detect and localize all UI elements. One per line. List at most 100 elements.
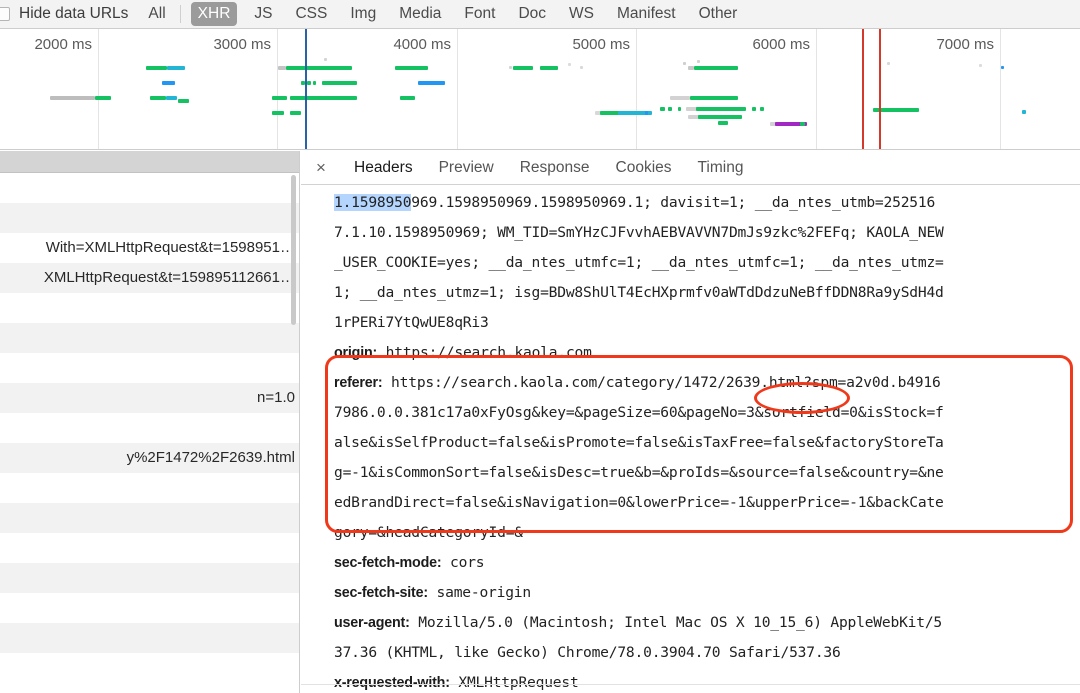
- request-list-item[interactable]: [0, 533, 299, 563]
- load-event-line-1: [862, 29, 864, 149]
- timeline-tick-line: [816, 29, 817, 149]
- waterfall-bar: [1001, 66, 1004, 69]
- header-row: x-requested-with: XMLHttpRequest: [301, 668, 1080, 693]
- network-overview-timeline[interactable]: 2000 ms 3000 ms 4000 ms 5000 ms 6000 ms 7000 …: [0, 29, 1080, 150]
- header-value: _USER_COOKIE=yes; __da_ntes_utmfc=1; __d…: [334, 254, 944, 271]
- selected-text-fragment: 1.1598950: [334, 194, 412, 211]
- waterfall-bar: [718, 121, 728, 125]
- waterfall-bar: [322, 81, 357, 85]
- filter-type-media[interactable]: Media: [395, 3, 445, 25]
- timeline-tick-line: [277, 29, 278, 149]
- request-list-item[interactable]: [0, 473, 299, 503]
- request-list-item[interactable]: [0, 563, 299, 593]
- header-row: user-agent: Mozilla/5.0 (Macintosh; Inte…: [301, 608, 1080, 638]
- waterfall-bar: [568, 63, 571, 66]
- filter-type-js[interactable]: JS: [250, 3, 276, 25]
- request-list-scrollbar[interactable]: [291, 175, 296, 325]
- request-list-item[interactable]: [0, 413, 299, 443]
- request-list-item[interactable]: y%2F1472%2F2639.html: [0, 443, 299, 473]
- filter-type-img[interactable]: Img: [346, 3, 380, 25]
- header-name: user-agent:: [334, 615, 410, 631]
- request-list[interactable]: With=XMLHttpRequest&t=1598951… XMLHttpReq…: [0, 151, 300, 693]
- header-name: sec-fetch-mode:: [334, 555, 442, 571]
- header-value: XMLHttpRequest: [449, 674, 579, 691]
- waterfall-bar: [600, 111, 620, 115]
- request-list-item[interactable]: [0, 293, 299, 323]
- tab-cookies[interactable]: Cookies: [603, 151, 685, 185]
- header-row-continuation: gory=&headCategoryId=&: [301, 518, 1080, 548]
- timeline-tick-label: 2000 ms: [34, 36, 92, 53]
- headers-content[interactable]: 1.1598950969.1598950969.1598950969.1; da…: [301, 185, 1080, 693]
- request-list-item[interactable]: [0, 203, 299, 233]
- waterfall-bar: [580, 66, 583, 69]
- timeline-tick-label: 6000 ms: [752, 36, 810, 53]
- filter-type-css[interactable]: CSS: [291, 3, 331, 25]
- request-list-item[interactable]: n=1.0: [0, 383, 299, 413]
- request-list-item[interactable]: [0, 173, 299, 203]
- header-name: x-requested-with:: [334, 675, 450, 691]
- close-icon[interactable]: ×: [309, 159, 333, 176]
- header-row: sec-fetch-site: same-origin: [301, 578, 1080, 608]
- header-name: sec-fetch-site:: [334, 585, 428, 601]
- request-list-item[interactable]: [0, 323, 299, 353]
- filter-type-font[interactable]: Font: [460, 3, 499, 25]
- filter-type-manifest[interactable]: Manifest: [613, 3, 680, 25]
- filter-type-all[interactable]: All: [144, 3, 169, 25]
- request-list-item[interactable]: [0, 653, 299, 683]
- header-value: g=-1&isCommonSort=false&isDesc=true&b=&p…: [334, 464, 944, 481]
- waterfall-bar: [150, 96, 166, 100]
- hide-data-urls-checkbox[interactable]: [0, 7, 10, 21]
- waterfall-bar: [670, 96, 690, 100]
- filter-type-ws[interactable]: WS: [565, 3, 598, 25]
- header-row: origin: https://search.kaola.com: [301, 338, 1080, 368]
- header-row-continuation: _USER_COOKIE=yes; __da_ntes_utmfc=1; __d…: [301, 248, 1080, 278]
- filter-type-doc[interactable]: Doc: [514, 3, 550, 25]
- request-detail-pane: × Headers Preview Response Cookies Timin…: [301, 151, 1080, 693]
- waterfall-bar: [313, 81, 316, 85]
- waterfall-bar: [887, 62, 890, 65]
- waterfall-bar: [690, 96, 738, 100]
- timeline-tick-label: 7000 ms: [936, 36, 994, 53]
- tab-response[interactable]: Response: [507, 151, 603, 185]
- waterfall-bar: [307, 81, 311, 85]
- waterfall-bar: [752, 107, 756, 111]
- toolbar-divider: [179, 5, 181, 23]
- waterfall-bar: [272, 111, 284, 115]
- waterfall-bar: [540, 66, 558, 70]
- request-list-item[interactable]: XMLHttpRequest&t=159895112661…: [0, 263, 299, 293]
- request-list-item[interactable]: [0, 353, 299, 383]
- header-value: https://search.kaola.com/category/1472/2…: [382, 374, 941, 391]
- waterfall-bar: [400, 96, 415, 100]
- detail-tabbar: × Headers Preview Response Cookies Timin…: [301, 151, 1080, 185]
- header-value: 7986.0.0.381c17a0xFyOsg&key=&pageSize=60…: [334, 404, 944, 421]
- timeline-tick-label: 3000 ms: [213, 36, 271, 53]
- tab-preview[interactable]: Preview: [426, 151, 507, 185]
- header-row-continuation: alse&isSelfProduct=false&isPromote=false…: [301, 428, 1080, 458]
- tab-timing[interactable]: Timing: [685, 151, 757, 185]
- header-row-continuation: 7.1.10.1598950969; WM_TID=SmYHzCJFvvhAEB…: [301, 218, 1080, 248]
- waterfall-bar: [290, 96, 357, 100]
- waterfall-bar: [290, 111, 301, 115]
- request-list-item[interactable]: [0, 593, 299, 623]
- request-list-item[interactable]: [0, 623, 299, 653]
- header-value: https://search.kaola.com: [377, 344, 592, 361]
- tab-headers[interactable]: Headers: [341, 151, 426, 185]
- waterfall-bar: [162, 81, 175, 85]
- filter-type-other[interactable]: Other: [695, 3, 742, 25]
- waterfall-bar: [698, 115, 742, 119]
- waterfall-bar: [678, 107, 681, 111]
- request-list-item[interactable]: With=XMLHttpRequest&t=1598951…: [0, 233, 299, 263]
- waterfall-bar: [683, 62, 686, 65]
- timeline-tick-label: 5000 ms: [572, 36, 630, 53]
- waterfall-bar: [979, 64, 982, 67]
- detail-bottom-divider: [301, 684, 1080, 685]
- waterfall-bar: [1022, 110, 1026, 114]
- filter-type-xhr[interactable]: XHR: [190, 2, 238, 26]
- waterfall-bar: [167, 66, 185, 70]
- network-filter-toolbar: Hide data URLs All XHR JS CSS Img Media …: [0, 0, 1080, 29]
- header-row: referer: https://search.kaola.com/catego…: [301, 368, 1080, 398]
- header-value: same-origin: [427, 584, 532, 601]
- waterfall-bar: [278, 66, 286, 70]
- waterfall-bar: [648, 111, 652, 115]
- request-list-item[interactable]: [0, 503, 299, 533]
